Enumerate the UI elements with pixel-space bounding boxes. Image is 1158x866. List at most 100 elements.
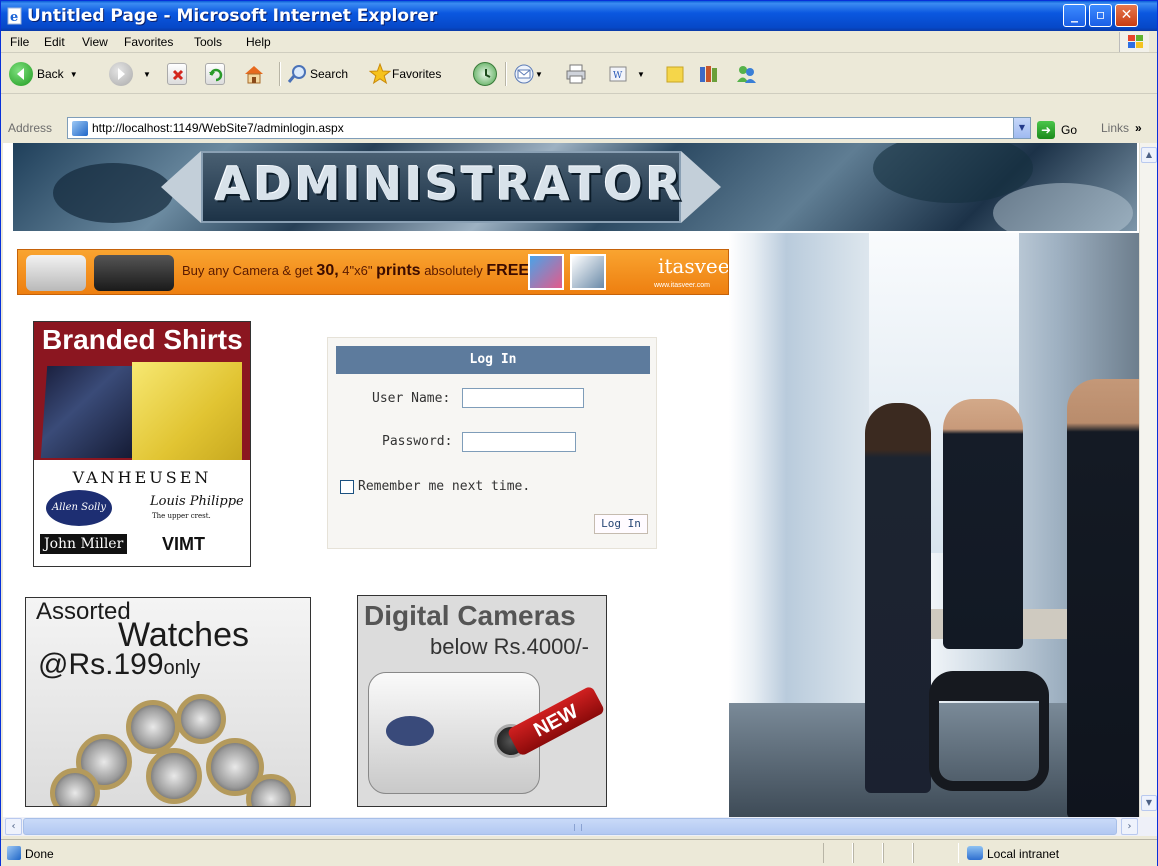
scroll-up-icon[interactable]: ▲ (1141, 147, 1157, 163)
edit-dropdown-icon[interactable]: ▼ (637, 70, 645, 79)
back-arrow-icon (9, 62, 33, 86)
itasveer-brand: itasveer (658, 254, 729, 278)
links-button[interactable]: Links » (1101, 121, 1142, 135)
home-icon (243, 63, 263, 85)
menu-view[interactable]: View (82, 35, 108, 49)
john-miller-logo: John Miller (40, 534, 128, 554)
discuss-button[interactable] (665, 60, 685, 88)
status-text: Done (25, 847, 54, 861)
scroll-down-icon[interactable]: ▼ (1141, 795, 1157, 811)
menu-bar: File Edit View Favorites Tools Help (1, 31, 1157, 53)
menu-edit[interactable]: Edit (44, 35, 65, 49)
vanheusen-logo: VANHEUSEN (72, 468, 212, 487)
navy-shirt-image (40, 366, 142, 458)
login-button[interactable]: Log In (594, 514, 648, 534)
watches-price: @Rs.199 (38, 648, 164, 681)
back-button[interactable]: Back ▼ (9, 60, 78, 88)
favorites-star-icon (368, 62, 392, 85)
photo-person (943, 399, 1023, 649)
go-button[interactable]: ➜ Go (1037, 120, 1077, 140)
promo-photo (528, 254, 564, 290)
scroll-grip (574, 824, 582, 831)
banner-chevron-left (161, 151, 201, 223)
administrator-banner: ADMINISTRATOR (13, 143, 1137, 231)
photo-chair (929, 671, 1049, 791)
links-label: Links (1101, 121, 1130, 135)
favorites-button[interactable]: Favorites (368, 60, 442, 88)
address-bar: Address http://localhost:1149/WebSite7/a… (1, 115, 1157, 143)
edit-button[interactable]: W ▼ (607, 60, 645, 88)
title-bar[interactable]: e Untitled Page - Microsoft Internet Exp… (1, 1, 1157, 31)
maximize-button[interactable]: ▫ (1089, 4, 1112, 27)
scroll-left-icon[interactable]: ‹ (5, 818, 22, 835)
banner-title: ADMINISTRATOR (215, 157, 685, 211)
page-icon (72, 121, 88, 136)
page-done-icon (7, 846, 21, 860)
toolbar-separator (505, 62, 507, 86)
menu-help[interactable]: Help (246, 35, 271, 49)
browser-window: e Untitled Page - Microsoft Internet Exp… (0, 0, 1158, 866)
favorites-label: Favorites (392, 67, 442, 81)
address-label: Address (8, 121, 53, 135)
refresh-button[interactable] (205, 60, 225, 88)
search-button[interactable]: Search (287, 60, 348, 88)
print-button[interactable] (565, 60, 586, 88)
menu-favorites[interactable]: Favorites (124, 35, 173, 49)
print-icon (565, 63, 586, 85)
back-dropdown-icon[interactable]: ▼ (70, 70, 78, 79)
messenger-button[interactable] (735, 60, 756, 88)
forward-button[interactable]: ▼ (109, 60, 151, 88)
office-meeting-photo (729, 233, 1139, 817)
branded-shirts-ad[interactable]: Branded Shirts VANHEUSEN Allen Solly Lou… (33, 321, 251, 567)
promo-photo (570, 254, 606, 290)
mail-button[interactable]: ▼ (513, 60, 543, 88)
password-input[interactable] (462, 432, 576, 452)
horizontal-scroll-thumb[interactable] (23, 818, 1117, 835)
stop-button[interactable] (167, 60, 187, 88)
watches-ad[interactable]: Assorted Watches @Rs.199only (25, 597, 311, 807)
promo-size: 4"x6" (342, 263, 373, 278)
address-input[interactable]: http://localhost:1149/WebSite7/adminlogi… (67, 117, 1031, 139)
scroll-right-icon[interactable]: › (1121, 818, 1138, 835)
horizontal-scrollbar[interactable]: ‹ › (3, 817, 1157, 836)
discuss-folder-icon (665, 63, 685, 85)
watches-only: only (163, 657, 201, 679)
history-button[interactable] (473, 60, 501, 88)
watches-pile-image (50, 694, 296, 806)
mail-dropdown-icon[interactable]: ▼ (535, 70, 543, 79)
username-input[interactable] (462, 388, 584, 408)
search-icon (287, 63, 307, 85)
research-button[interactable] (697, 60, 717, 88)
ie-icon: e (7, 7, 22, 25)
menu-file[interactable]: File (10, 35, 29, 49)
close-button[interactable]: ✕ (1115, 4, 1138, 27)
username-label: User Name: (372, 391, 451, 406)
security-zone: Local intranet (987, 847, 1060, 861)
remember-me-checkbox[interactable] (340, 480, 354, 494)
password-label: Password: (382, 434, 453, 449)
login-title: Log In (336, 346, 650, 374)
camera-image (26, 255, 86, 291)
camera-promo-ad[interactable]: Buy any Camera & get 30, 4"x6" prints ab… (17, 249, 729, 295)
vimt-logo: VIMT (162, 534, 205, 554)
status-bar: Done Local intranet (1, 839, 1157, 866)
remember-me-label[interactable]: Remember me next time. (358, 479, 530, 494)
forward-arrow-icon (109, 62, 133, 86)
toolbar: Back ▼ ▼ Search Favorites ▼ W ▼ (1, 54, 1157, 94)
louis-philippe-logo: Louis Philippe (150, 494, 244, 509)
vertical-scrollbar[interactable]: ▲ ▼ (1139, 143, 1157, 817)
yellow-shirt-image (132, 362, 242, 460)
home-button[interactable] (243, 60, 263, 88)
digital-cameras-ad[interactable]: Digital Cameras below Rs.4000/- NEW (357, 595, 607, 807)
menu-tools[interactable]: Tools (194, 35, 222, 49)
toolbar-separator (279, 62, 281, 86)
address-url[interactable]: http://localhost:1149/WebSite7/adminlogi… (92, 121, 344, 135)
cameras-ad-title: Digital Cameras (364, 600, 576, 631)
promo-prints: prints (376, 262, 421, 279)
address-dropdown-icon[interactable]: ▼ (1013, 118, 1030, 138)
allen-solly-logo: Allen Solly (46, 490, 112, 526)
watch-image (126, 700, 180, 754)
go-arrow-icon: ➜ (1037, 121, 1055, 139)
forward-dropdown-icon[interactable]: ▼ (143, 70, 151, 79)
minimize-button[interactable]: _ (1063, 4, 1086, 27)
